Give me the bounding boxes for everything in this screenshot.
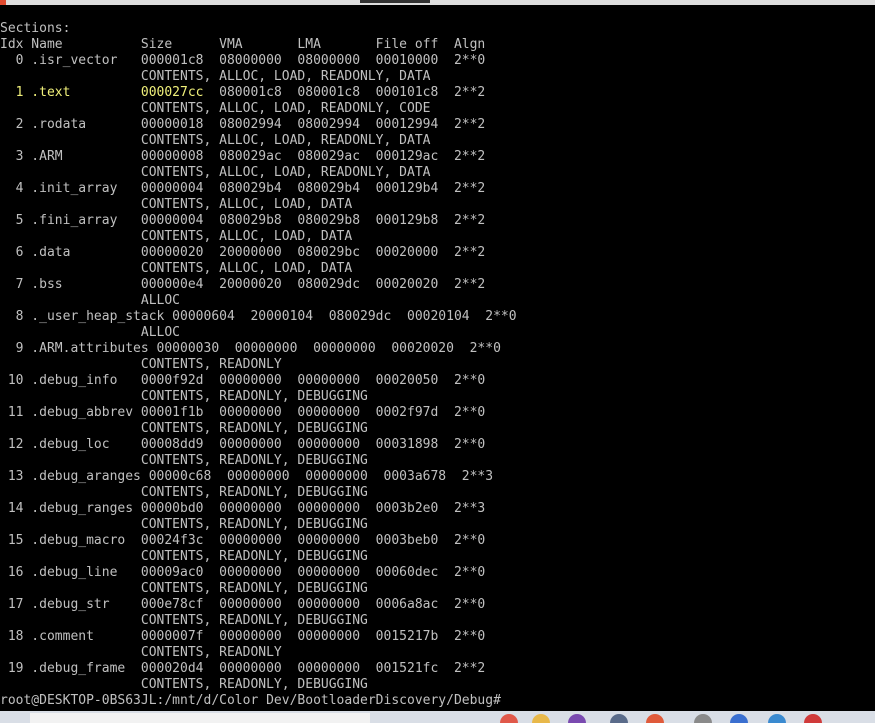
- terminal-line: CONTENTS, ALLOC, LOAD, READONLY, DATA: [0, 133, 431, 148]
- terminal-line: CONTENTS, READONLY, DEBUGGING: [0, 421, 368, 436]
- terminal-line: 11 .debug_abbrev 00001f1b 00000000 00000…: [0, 405, 486, 420]
- terminal-line: 4 .init_array 00000004 080029b4 080029b4…: [0, 181, 486, 196]
- terminal-line: 13 .debug_aranges 00000c68 00000000 0000…: [0, 469, 494, 484]
- terminal-line: 17 .debug_str 000e78cf 00000000 00000000…: [0, 597, 486, 612]
- shell-prompt[interactable]: root@DESKTOP-0BS63JL:/mnt/d/Color Dev/Bo…: [0, 693, 875, 709]
- terminal-output[interactable]: Sections: Idx Name Size VMA LMA File off …: [0, 21, 875, 709]
- terminal-line: 3 .ARM 00000008 080029ac 080029ac 000129…: [0, 149, 486, 164]
- highlighted-text: 1 .text 000027cc: [0, 85, 204, 100]
- mail-icon[interactable]: [730, 714, 748, 723]
- title-fragment: [360, 0, 430, 3]
- terminal-line: CONTENTS, ALLOC, LOAD, DATA: [0, 229, 353, 244]
- taskbar: [0, 711, 875, 723]
- terminal-line: 12 .debug_loc 00008dd9 00000000 00000000…: [0, 437, 486, 452]
- terminal-line: CONTENTS, READONLY, DEBUGGING: [0, 517, 368, 532]
- terminal-line: CONTENTS, READONLY, DEBUGGING: [0, 485, 368, 500]
- terminal-line: CONTENTS, READONLY: [0, 357, 282, 372]
- terminal-line: CONTENTS, READONLY, DEBUGGING: [0, 389, 368, 404]
- terminal-line: CONTENTS, ALLOC, LOAD, DATA: [0, 197, 353, 212]
- terminal-line: CONTENTS, READONLY, DEBUGGING: [0, 453, 368, 468]
- terminal-line: ALLOC: [0, 293, 181, 308]
- terminal-line: CONTENTS, ALLOC, LOAD, READONLY, DATA: [0, 165, 431, 180]
- terminal-line: CONTENTS, ALLOC, LOAD, READONLY, CODE: [0, 101, 431, 116]
- terminal-line: 8 ._user_heap_stack 00000604 20000104 08…: [0, 309, 517, 324]
- terminal-line: 1 .text 000027cc 080001c8 080001c8 00010…: [0, 85, 875, 101]
- files-icon[interactable]: [694, 714, 712, 723]
- terminal-line: CONTENTS, ALLOC, LOAD, DATA: [0, 261, 353, 276]
- terminal-line: ALLOC: [0, 325, 181, 340]
- terminal-line: 0 .isr_vector 000001c8 08000000 08000000…: [0, 53, 486, 68]
- chrome-icon[interactable]: [768, 714, 786, 723]
- terminal-line: CONTENTS, READONLY, DEBUGGING: [0, 677, 368, 692]
- terminal-line: CONTENTS, READONLY, DEBUGGING: [0, 549, 368, 564]
- terminal-line: 5 .fini_array 00000004 080029b8 080029b8…: [0, 213, 486, 228]
- window-title-strip: [0, 0, 875, 5]
- taskbar-search-input[interactable]: [30, 713, 370, 723]
- terminal-line: 14 .debug_ranges 00000bd0 00000000 00000…: [0, 501, 486, 516]
- browser-icon[interactable]: [500, 714, 518, 723]
- terminal-line: CONTENTS, READONLY, DEBUGGING: [0, 613, 368, 628]
- terminal-line: 16 .debug_line 00009ac0 00000000 0000000…: [0, 565, 486, 580]
- app-icon[interactable]: [646, 714, 664, 723]
- terminal-line: 9 .ARM.attributes 00000030 00000000 0000…: [0, 341, 501, 356]
- line-text: 080001c8 080001c8 000101c8 2**2: [203, 85, 486, 100]
- folder-icon[interactable]: [532, 714, 550, 723]
- terminal-line: CONTENTS, READONLY, DEBUGGING: [0, 581, 368, 596]
- terminal-line: 10 .debug_info 0000f92d 00000000 0000000…: [0, 373, 486, 388]
- terminal-window: Sections: Idx Name Size VMA LMA File off …: [0, 0, 875, 723]
- terminal-line: CONTENTS, READONLY: [0, 645, 282, 660]
- document-icon[interactable]: [610, 714, 628, 723]
- terminal-line: 6 .data 00000020 20000000 080029bc 00020…: [0, 245, 486, 260]
- terminal-line: 15 .debug_macro 00024f3c 00000000 000000…: [0, 533, 486, 548]
- app-icon: [0, 0, 6, 5]
- terminal-line: 2 .rodata 00000018 08002994 08002994 000…: [0, 117, 486, 132]
- pdf-icon[interactable]: [804, 714, 822, 723]
- terminal-line: Sections:: [0, 21, 71, 36]
- terminal-line: 18 .comment 0000007f 00000000 00000000 0…: [0, 629, 486, 644]
- terminal-line: CONTENTS, ALLOC, LOAD, READONLY, DATA: [0, 69, 431, 84]
- terminal-line: 7 .bss 000000e4 20000020 080029dc 000200…: [0, 277, 486, 292]
- terminal-line: 19 .debug_frame 000020d4 00000000 000000…: [0, 661, 486, 676]
- media-icon[interactable]: [568, 714, 586, 723]
- terminal-line: Idx Name Size VMA LMA File off Algn: [0, 37, 486, 52]
